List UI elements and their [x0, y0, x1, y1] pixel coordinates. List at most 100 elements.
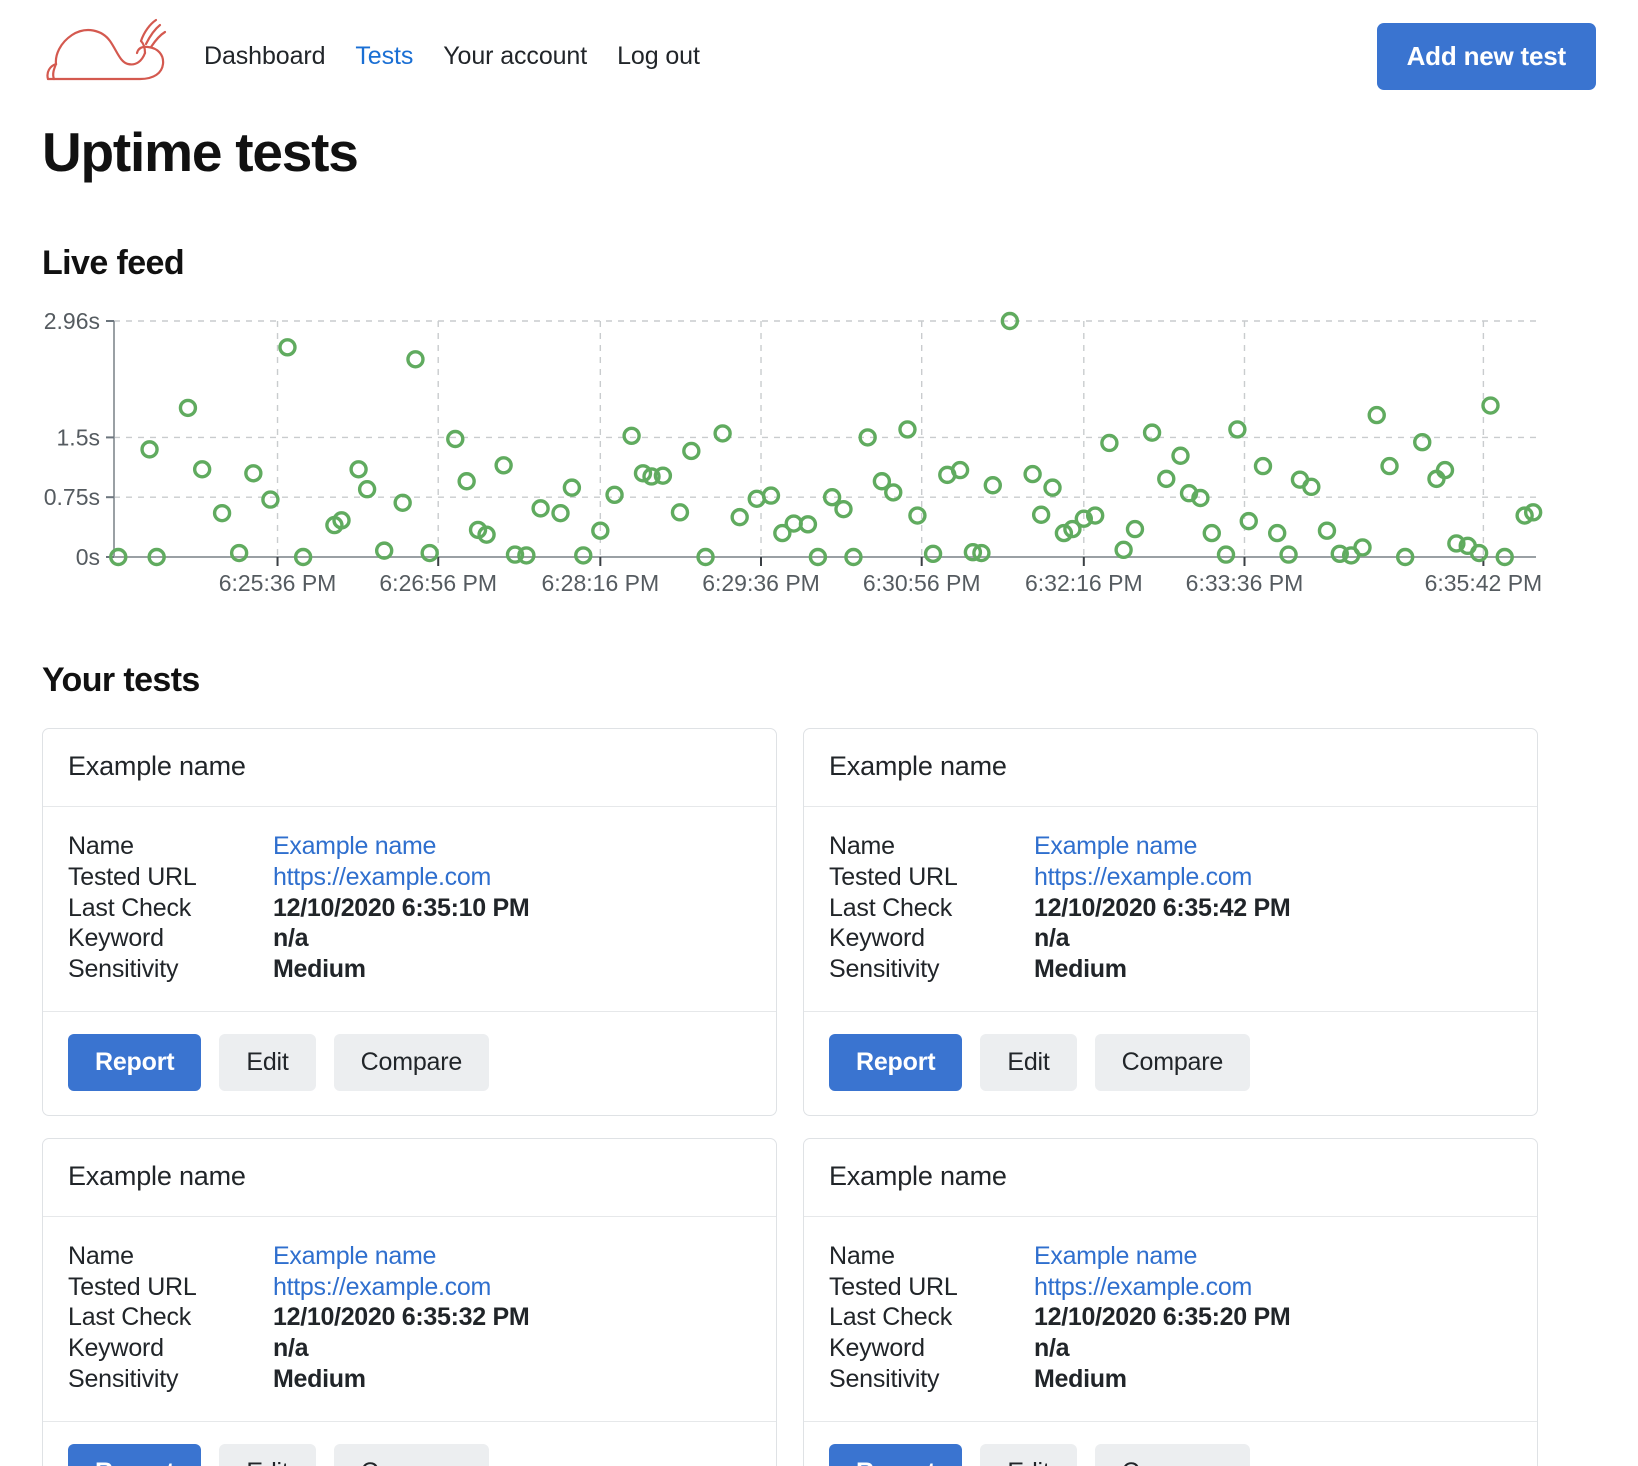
detail-label-url: Tested URL — [68, 1272, 197, 1301]
nav-item-log-out[interactable]: Log out — [617, 42, 700, 71]
edit-button[interactable]: Edit — [219, 1033, 316, 1091]
report-button[interactable]: Report — [68, 1443, 202, 1466]
data-point[interactable] — [574, 546, 593, 565]
data-point[interactable] — [1171, 446, 1190, 465]
detail-row-keyword: Keyword n/a — [68, 1333, 751, 1364]
detail-value-keyword: n/a — [273, 924, 309, 953]
data-point[interactable] — [374, 541, 394, 560]
tested-url-link[interactable]: https://example.com — [273, 863, 491, 891]
data-point[interactable] — [531, 499, 550, 518]
x-axis-tick-label: 6:26:56 PM — [379, 570, 497, 596]
data-point[interactable] — [1125, 519, 1145, 539]
data-point[interactable] — [1114, 540, 1133, 560]
brand-logo-link[interactable] — [42, 17, 188, 96]
test-name-link[interactable]: Example name — [273, 1242, 436, 1270]
data-point[interactable] — [923, 544, 943, 564]
detail-value-url: https://example.com — [273, 1272, 491, 1303]
data-point[interactable] — [261, 490, 280, 509]
compare-button[interactable]: Compare — [333, 1033, 490, 1091]
detail-label-url: Tested URL — [829, 1272, 958, 1301]
report-button[interactable]: Report — [829, 1443, 963, 1466]
data-point[interactable] — [229, 543, 249, 563]
data-point[interactable] — [1142, 423, 1162, 442]
data-point[interactable] — [761, 486, 781, 505]
data-point[interactable] — [349, 460, 368, 479]
tested-url-link[interactable]: https://example.com — [1034, 863, 1252, 891]
data-point[interactable] — [551, 503, 570, 523]
data-point[interactable] — [1228, 420, 1247, 439]
detail-row-sensitivity: Sensitivity Medium — [68, 954, 751, 985]
data-point[interactable] — [1216, 545, 1236, 564]
data-point[interactable] — [192, 460, 212, 479]
data-point[interactable] — [1469, 543, 1489, 563]
data-point[interactable] — [1157, 469, 1176, 489]
data-point[interactable] — [1317, 521, 1337, 540]
data-point[interactable] — [1279, 545, 1298, 564]
data-point[interactable] — [494, 456, 513, 475]
data-point[interactable] — [420, 543, 439, 563]
data-point[interactable] — [1100, 433, 1119, 453]
data-point[interactable] — [884, 483, 903, 502]
data-point[interactable] — [1427, 469, 1446, 489]
nav-item-dashboard[interactable]: Dashboard — [204, 42, 326, 71]
data-point[interactable] — [747, 489, 766, 508]
detail-label-name: Name — [829, 1241, 895, 1270]
data-point[interactable] — [834, 499, 853, 519]
data-point[interactable] — [278, 338, 297, 357]
detail-row-keyword: Keyword n/a — [68, 923, 751, 954]
edit-button[interactable]: Edit — [980, 1033, 1077, 1091]
data-point[interactable] — [1023, 464, 1042, 484]
detail-value-last-check: 12/10/2020 6:35:42 PM — [1034, 893, 1291, 922]
compare-button[interactable]: Compare — [1094, 1443, 1251, 1466]
test-name-link[interactable]: Example name — [1034, 832, 1197, 860]
data-point[interactable] — [1435, 460, 1455, 480]
data-point[interactable] — [178, 398, 198, 418]
data-point[interactable] — [1367, 405, 1386, 425]
compare-button[interactable]: Compare — [333, 1443, 490, 1466]
data-point[interactable] — [457, 472, 476, 491]
data-point[interactable] — [730, 507, 749, 527]
report-button[interactable]: Report — [829, 1033, 963, 1091]
data-point[interactable] — [446, 429, 465, 449]
add-new-test-button[interactable]: Add new test — [1376, 22, 1596, 90]
report-button[interactable]: Report — [68, 1033, 202, 1091]
test-name-link[interactable]: Example name — [1034, 1242, 1197, 1270]
compare-button[interactable]: Compare — [1094, 1033, 1251, 1091]
data-point[interactable] — [670, 503, 690, 522]
data-point[interactable] — [622, 426, 641, 446]
data-point[interactable] — [1031, 505, 1051, 524]
edit-button[interactable]: Edit — [219, 1443, 316, 1466]
data-point[interactable] — [898, 420, 917, 439]
data-point[interactable] — [1481, 396, 1500, 415]
detail-row-url: Tested URL https://example.com — [829, 1272, 1512, 1303]
nav-item-your-account[interactable]: Your account — [443, 42, 587, 71]
test-card: Example name Name Example name Tested UR… — [803, 728, 1538, 1116]
tests-card-grid: Example name Name Example name Tested UR… — [42, 728, 1596, 1466]
data-point[interactable] — [1253, 456, 1273, 476]
test-name-link[interactable]: Example name — [273, 832, 436, 860]
data-point[interactable] — [983, 476, 1002, 495]
tested-url-link[interactable]: https://example.com — [1034, 1273, 1252, 1301]
data-point[interactable] — [1202, 523, 1221, 543]
data-point[interactable] — [562, 478, 582, 497]
data-point[interactable] — [140, 440, 159, 459]
nav-item-tests[interactable]: Tests — [355, 42, 413, 71]
detail-value-last-check: 12/10/2020 6:35:20 PM — [1034, 1303, 1291, 1332]
data-point[interactable] — [1267, 523, 1287, 543]
data-point[interactable] — [212, 503, 232, 523]
data-point[interactable] — [1239, 511, 1258, 531]
data-point[interactable] — [1302, 477, 1321, 497]
data-point[interactable] — [682, 441, 701, 461]
edit-button[interactable]: Edit — [980, 1443, 1077, 1466]
tested-url-link[interactable]: https://example.com — [273, 1273, 491, 1301]
data-point[interactable] — [908, 506, 927, 525]
data-point[interactable] — [1043, 478, 1062, 497]
data-point[interactable] — [1380, 456, 1399, 476]
detail-row-last-check: Last Check 12/10/2020 6:35:42 PM — [829, 893, 1512, 924]
data-point[interactable] — [357, 480, 377, 499]
data-point[interactable] — [406, 350, 425, 369]
data-point[interactable] — [605, 485, 624, 505]
data-point[interactable] — [244, 464, 263, 483]
data-point[interactable] — [1353, 538, 1372, 557]
data-point[interactable] — [713, 424, 732, 443]
